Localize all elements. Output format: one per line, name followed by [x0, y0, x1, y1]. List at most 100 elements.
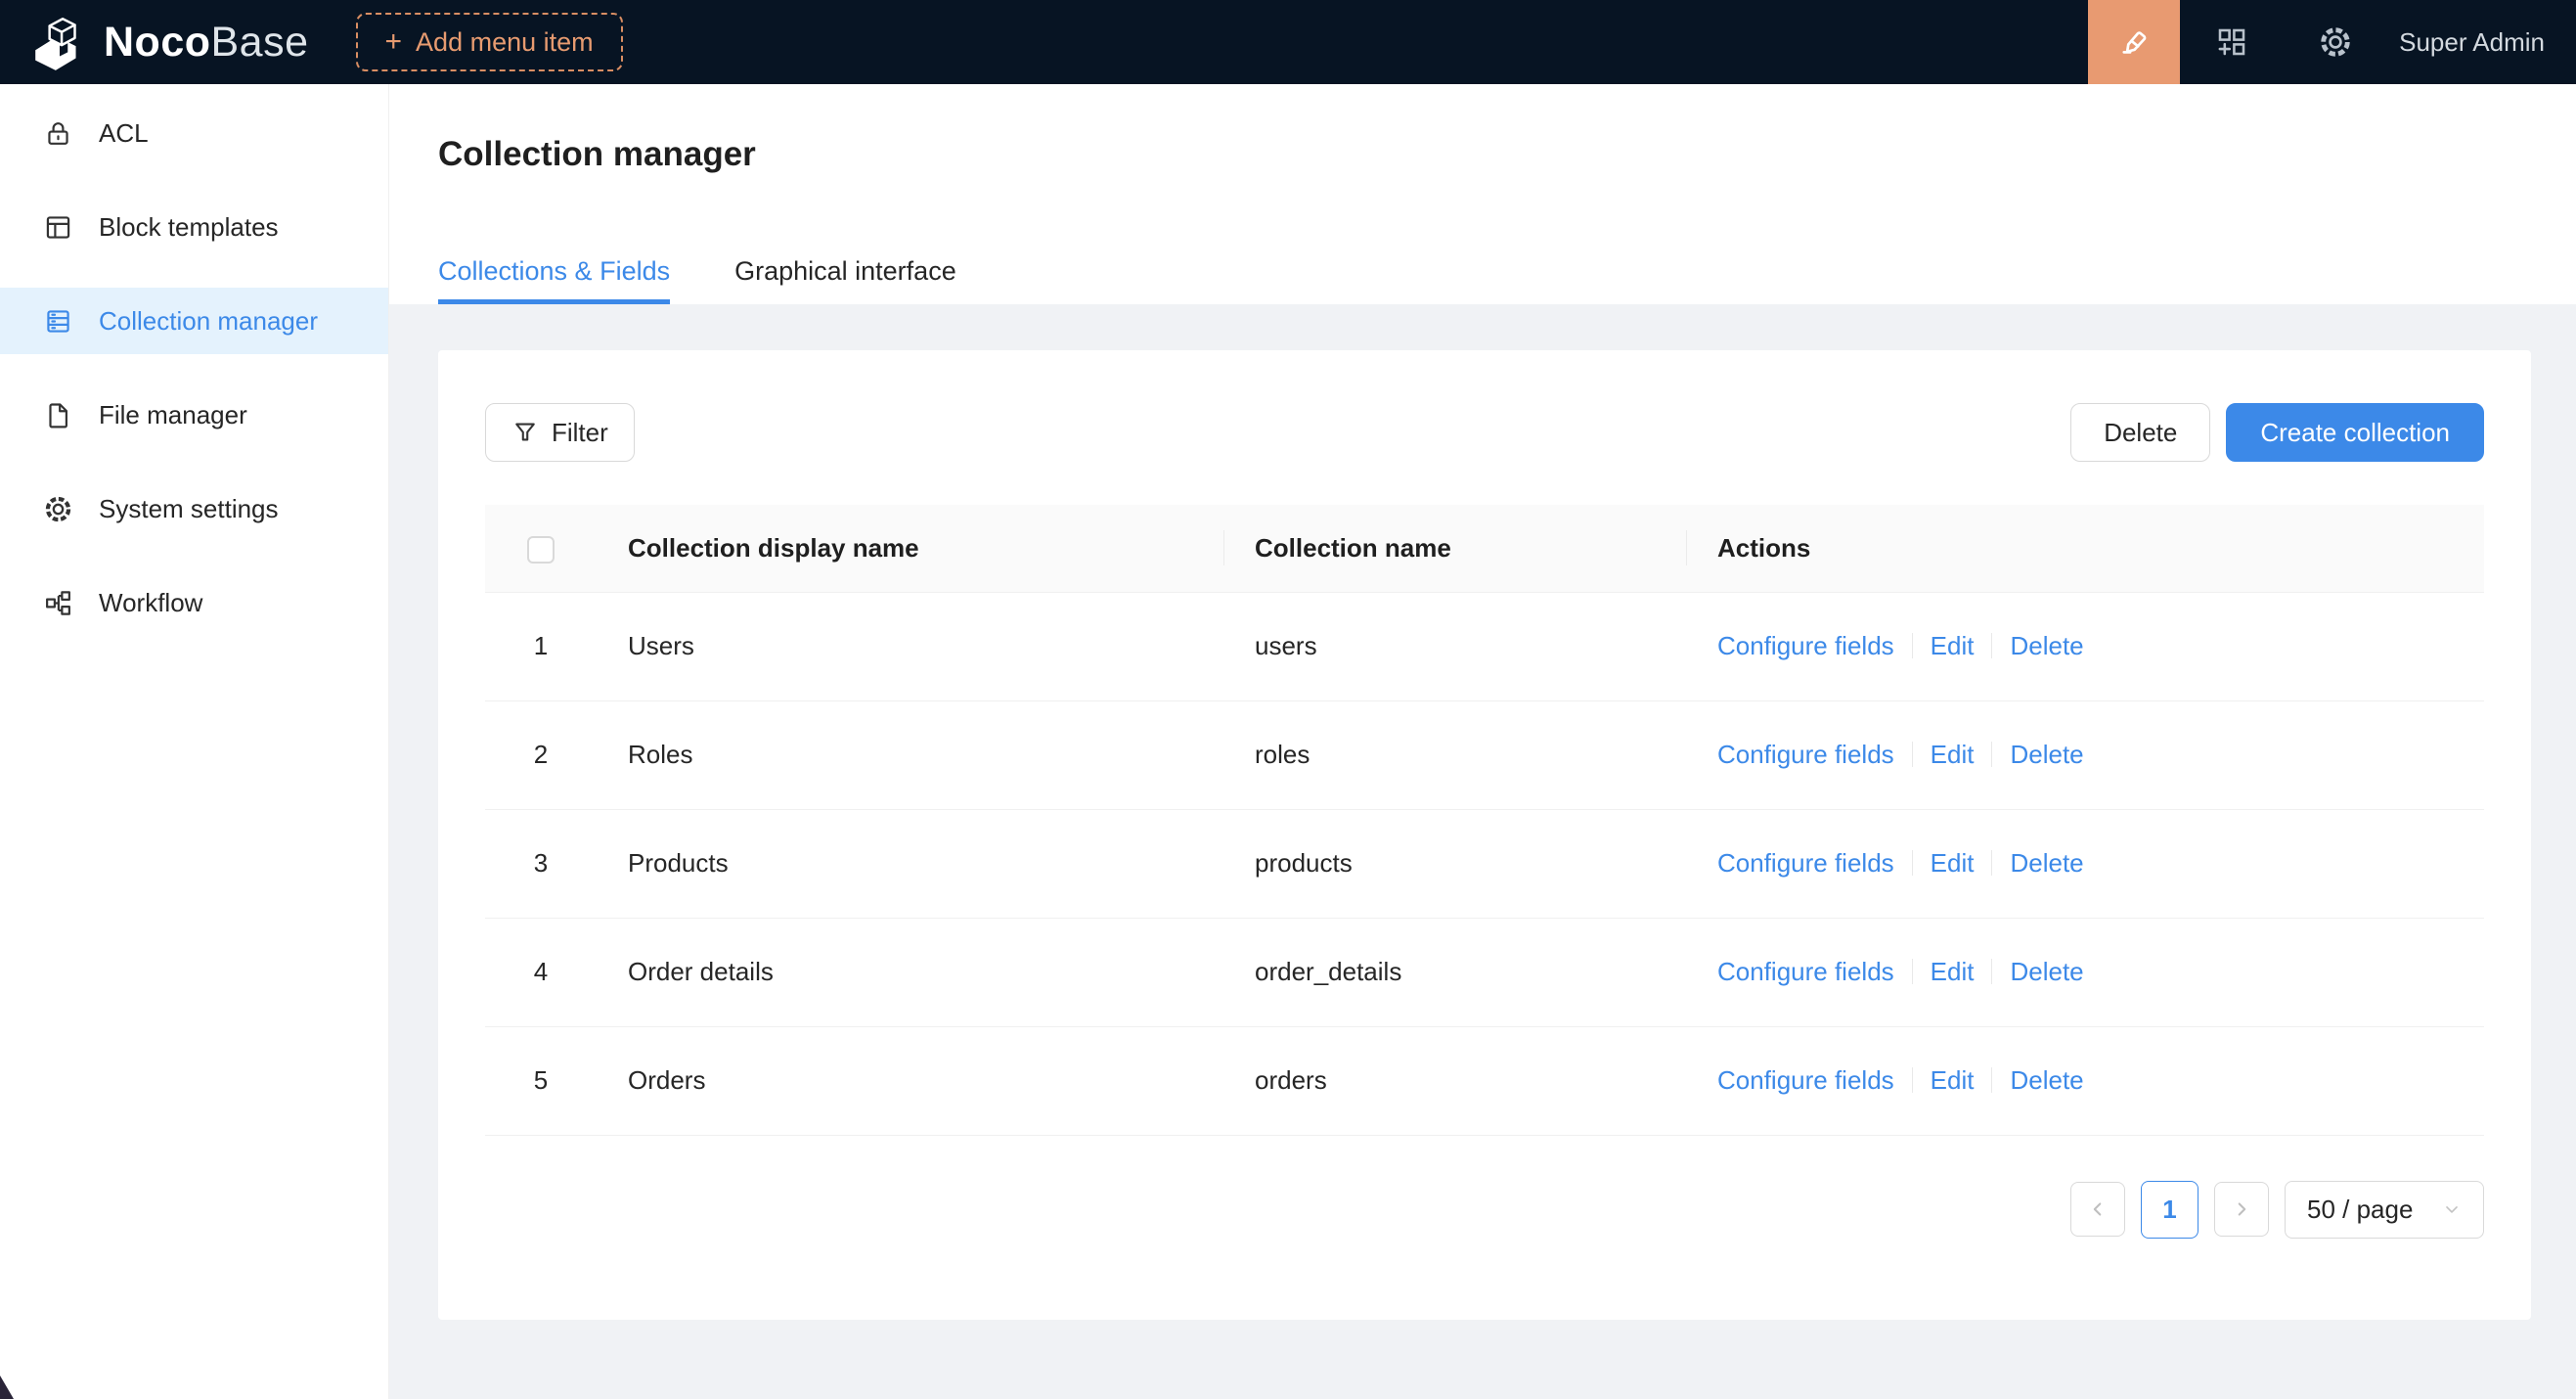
cell-display-name: Order details: [597, 918, 1223, 1026]
chevron-left-icon: [2087, 1198, 2109, 1220]
sidebar-item-label: Collection manager: [99, 306, 318, 337]
delete-link[interactable]: Delete: [2010, 631, 2083, 660]
select-all-checkbox[interactable]: [527, 536, 555, 564]
row-index: 3: [485, 809, 597, 918]
filter-label: Filter: [552, 418, 608, 448]
column-header-name: Collection name: [1223, 505, 1686, 592]
configure-fields-link[interactable]: Configure fields: [1717, 631, 1894, 660]
nocobase-logo-icon: [29, 12, 90, 72]
action-divider: [1991, 742, 1992, 767]
edit-link[interactable]: Edit: [1931, 957, 1975, 986]
tab-graphical-interface[interactable]: Graphical interface: [734, 256, 956, 304]
pagination-page-1[interactable]: 1: [2141, 1181, 2198, 1239]
nocobase-logo-text: NocoBase: [104, 19, 309, 67]
edit-link[interactable]: Edit: [1931, 848, 1975, 878]
column-header-display-name: Collection display name: [597, 505, 1223, 592]
logo-text-base: Base: [211, 19, 309, 66]
tab-bar: Collections & Fields Graphical interface: [438, 256, 956, 304]
cell-actions: Configure fields Edit Delete: [1686, 592, 2484, 700]
sidebar-item-block-templates[interactable]: Block templates: [0, 194, 388, 260]
cell-name: products: [1223, 809, 1686, 918]
filter-icon: [511, 419, 539, 446]
content-area: Filter Delete Create collection Collecti…: [389, 304, 2576, 1399]
cell-name: orders: [1223, 1026, 1686, 1135]
column-header-actions: Actions: [1686, 505, 2484, 592]
cell-display-name: Users: [597, 592, 1223, 700]
sidebar-item-label: Block templates: [99, 212, 279, 243]
main-area: Collection manager Collections & Fields …: [389, 84, 2576, 1399]
pagination-prev-button[interactable]: [2070, 1182, 2125, 1237]
nocobase-logo[interactable]: NocoBase: [0, 12, 309, 72]
settings-button[interactable]: [2284, 0, 2387, 84]
partition-icon: [43, 588, 73, 618]
sidebar-item-file-manager[interactable]: File manager: [0, 382, 388, 448]
sidebar-item-collection-manager[interactable]: Collection manager: [0, 288, 388, 354]
layout-icon: [43, 212, 73, 243]
page-size-value: 50 / page: [2307, 1195, 2413, 1225]
highlight-icon: [2116, 24, 2152, 60]
add-menu-item-button[interactable]: + Add menu item: [356, 13, 623, 71]
pagination-next-button[interactable]: [2214, 1182, 2269, 1237]
sidebar-item-workflow[interactable]: Workflow: [0, 569, 388, 636]
row-index: 1: [485, 592, 597, 700]
pagination: 1 50 / page: [485, 1181, 2484, 1239]
cell-actions: Configure fields Edit Delete: [1686, 918, 2484, 1026]
configure-fields-link[interactable]: Configure fields: [1717, 957, 1894, 986]
action-divider: [1991, 633, 1992, 658]
file-icon: [43, 400, 73, 430]
appstore-add-icon: [2214, 24, 2249, 60]
plus-icon: +: [385, 27, 403, 57]
configure-fields-link[interactable]: Configure fields: [1717, 740, 1894, 769]
action-divider: [1991, 959, 1992, 984]
tab-collections-fields[interactable]: Collections & Fields: [438, 256, 670, 304]
page-header: Collection manager Collections & Fields …: [389, 84, 2576, 304]
table-row: 3 Products products Configure fields Edit…: [485, 809, 2484, 918]
database-icon: [43, 306, 73, 337]
delete-link[interactable]: Delete: [2010, 848, 2083, 878]
sidebar-item-acl[interactable]: ACL: [0, 100, 388, 166]
plugin-manager-button[interactable]: [2180, 0, 2284, 84]
row-index: 5: [485, 1026, 597, 1135]
page-size-select[interactable]: 50 / page: [2285, 1181, 2484, 1239]
configure-fields-link[interactable]: Configure fields: [1717, 1065, 1894, 1095]
sidebar-item-system-settings[interactable]: System settings: [0, 475, 388, 542]
sidebar-item-label: ACL: [99, 118, 149, 149]
collections-card: Filter Delete Create collection Collecti…: [438, 350, 2531, 1320]
card-toolbar: Filter Delete Create collection: [485, 403, 2484, 462]
edit-link[interactable]: Edit: [1931, 740, 1975, 769]
delete-button[interactable]: Delete: [2070, 403, 2210, 462]
action-divider: [1912, 959, 1913, 984]
app-body: ACL Block templates Collection manager F…: [0, 84, 2576, 1399]
create-collection-button[interactable]: Create collection: [2226, 403, 2484, 462]
sidebar-item-label: File manager: [99, 400, 247, 430]
chevron-right-icon: [2231, 1198, 2252, 1220]
cell-display-name: Roles: [597, 700, 1223, 809]
add-menu-item-label: Add menu item: [416, 27, 594, 58]
delete-link[interactable]: Delete: [2010, 740, 2083, 769]
action-divider: [1912, 850, 1913, 876]
edit-link[interactable]: Edit: [1931, 631, 1975, 660]
ui-editor-toggle-button[interactable]: [2088, 0, 2180, 84]
chevron-down-icon: [2442, 1199, 2462, 1219]
cell-name: users: [1223, 592, 1686, 700]
cell-name: order_details: [1223, 918, 1686, 1026]
filter-button[interactable]: Filter: [485, 403, 635, 462]
cell-actions: Configure fields Edit Delete: [1686, 1026, 2484, 1135]
action-divider: [1991, 850, 1992, 876]
delete-link[interactable]: Delete: [2010, 957, 2083, 986]
cell-actions: Configure fields Edit Delete: [1686, 809, 2484, 918]
sidebar: ACL Block templates Collection manager F…: [0, 84, 389, 1399]
app-header: NocoBase + Add menu item Super Admin: [0, 0, 2576, 84]
page-title: Collection manager: [389, 84, 2576, 174]
action-divider: [1912, 633, 1913, 658]
configure-fields-link[interactable]: Configure fields: [1717, 848, 1894, 878]
collections-table: Collection display name Collection name …: [485, 505, 2484, 1136]
row-index: 2: [485, 700, 597, 809]
user-menu[interactable]: Super Admin: [2399, 27, 2545, 58]
delete-link[interactable]: Delete: [2010, 1065, 2083, 1095]
edit-link[interactable]: Edit: [1931, 1065, 1975, 1095]
action-divider: [1991, 1067, 1992, 1093]
sidebar-item-label: System settings: [99, 494, 279, 524]
table-row: 4 Order details order_details Configure …: [485, 918, 2484, 1026]
cell-display-name: Products: [597, 809, 1223, 918]
